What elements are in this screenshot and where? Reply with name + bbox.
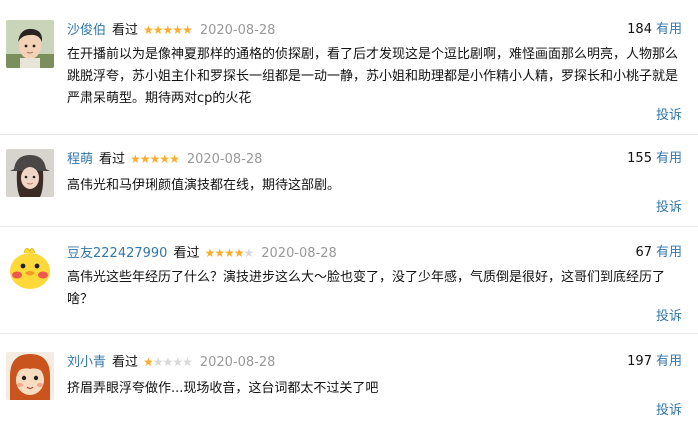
- report-link[interactable]: 投诉: [656, 401, 682, 421]
- review-content: 挤眉弄眼浮夸做作...现场收音，这台词都太不过关了吧: [67, 381, 379, 396]
- star-empty-icon: ★★★★: [152, 355, 193, 369]
- review-date: 2020-08-28: [199, 355, 276, 370]
- author-link[interactable]: 刘小青: [67, 355, 106, 370]
- author-link[interactable]: 沙俊伯: [67, 23, 106, 38]
- rating-stars: ★★★★★: [143, 355, 193, 369]
- vote-count: 155: [627, 151, 652, 166]
- rating-stars: ★★★★★: [204, 246, 255, 260]
- watch-status: 看过: [173, 246, 200, 261]
- useful-button[interactable]: 有用: [656, 245, 682, 260]
- divider: [0, 333, 698, 334]
- star-filled-icon: ★★★★★: [143, 23, 193, 37]
- yellow-duck-avatar-icon[interactable]: [6, 243, 54, 291]
- review-date: 2020-08-28: [199, 23, 276, 38]
- vote-area: 197 有用: [627, 352, 682, 372]
- author-link[interactable]: 豆友222427990: [67, 246, 167, 261]
- review-meta: 沙俊伯 看过 ★★★★★ 2020-08-28: [67, 20, 275, 40]
- report-link[interactable]: 投诉: [656, 307, 682, 327]
- useful-button[interactable]: 有用: [656, 354, 682, 369]
- cartoon-girl-avatar-icon[interactable]: [6, 352, 54, 400]
- review-item: 刘小青 看过 ★★★★★ 2020-08-28 197 有用 挤眉弄眼浮夸做作...现场…: [0, 352, 698, 422]
- vote-count: 67: [635, 245, 652, 260]
- watch-status: 看过: [99, 152, 126, 167]
- review-content: 高伟光和马伊琍颜值演技都在线，期待这部剧。: [67, 178, 341, 193]
- review-item: 程萌 看过 ★★★★★ 2020-08-28 155 有用 高伟光和马伊琍颜值演技都在线…: [0, 149, 698, 219]
- report-link[interactable]: 投诉: [656, 198, 682, 218]
- rating-stars: ★★★★★: [130, 152, 180, 166]
- rating-stars: ★★★★★: [143, 23, 193, 37]
- watch-status: 看过: [112, 23, 139, 38]
- review-meta: 豆友222427990 看过 ★★★★★ 2020-08-28: [67, 243, 337, 263]
- review-item: 沙俊伯 看过 ★★★★★ 2020-08-28 184 有用 在开播前以为是像神夏那样的…: [0, 20, 698, 132]
- review-item: 豆友222427990 看过 ★★★★★ 2020-08-28 67 有用 高伟光这些年…: [0, 243, 698, 327]
- review-meta: 刘小青 看过 ★★★★★ 2020-08-28: [67, 352, 275, 372]
- review-meta: 程萌 看过 ★★★★★ 2020-08-28: [67, 149, 262, 169]
- star-filled-icon: ★★★★: [204, 246, 244, 260]
- vote-area: 67 有用: [635, 243, 682, 263]
- review-content: 在开播前以为是像神夏那样的通格的侦探剧，看了后才发现这是个逗比剧啊，难怪画面那么…: [67, 47, 679, 106]
- star-filled-icon: ★: [143, 355, 154, 369]
- watch-status: 看过: [112, 355, 139, 370]
- girl-cap-avatar-icon[interactable]: [6, 149, 54, 197]
- vote-area: 184 有用: [627, 20, 682, 40]
- divider: [0, 134, 698, 135]
- boy-avatar-icon[interactable]: [6, 20, 54, 68]
- useful-button[interactable]: 有用: [656, 151, 682, 166]
- vote-area: 155 有用: [627, 149, 682, 169]
- review-content: 高伟光这些年经历了什么？演技进步这么大～脸也变了，没了少年感，气质倒是很好，这哥…: [67, 270, 666, 307]
- vote-count: 184: [627, 22, 652, 37]
- author-link[interactable]: 程萌: [67, 152, 93, 167]
- divider: [0, 226, 698, 227]
- star-empty-icon: ★: [243, 246, 255, 260]
- review-date: 2020-08-28: [261, 246, 337, 261]
- report-link[interactable]: 投诉: [656, 106, 682, 126]
- review-date: 2020-08-28: [186, 152, 263, 167]
- star-filled-icon: ★★★★★: [130, 152, 180, 166]
- useful-button[interactable]: 有用: [656, 22, 682, 37]
- vote-count: 197: [627, 354, 652, 369]
